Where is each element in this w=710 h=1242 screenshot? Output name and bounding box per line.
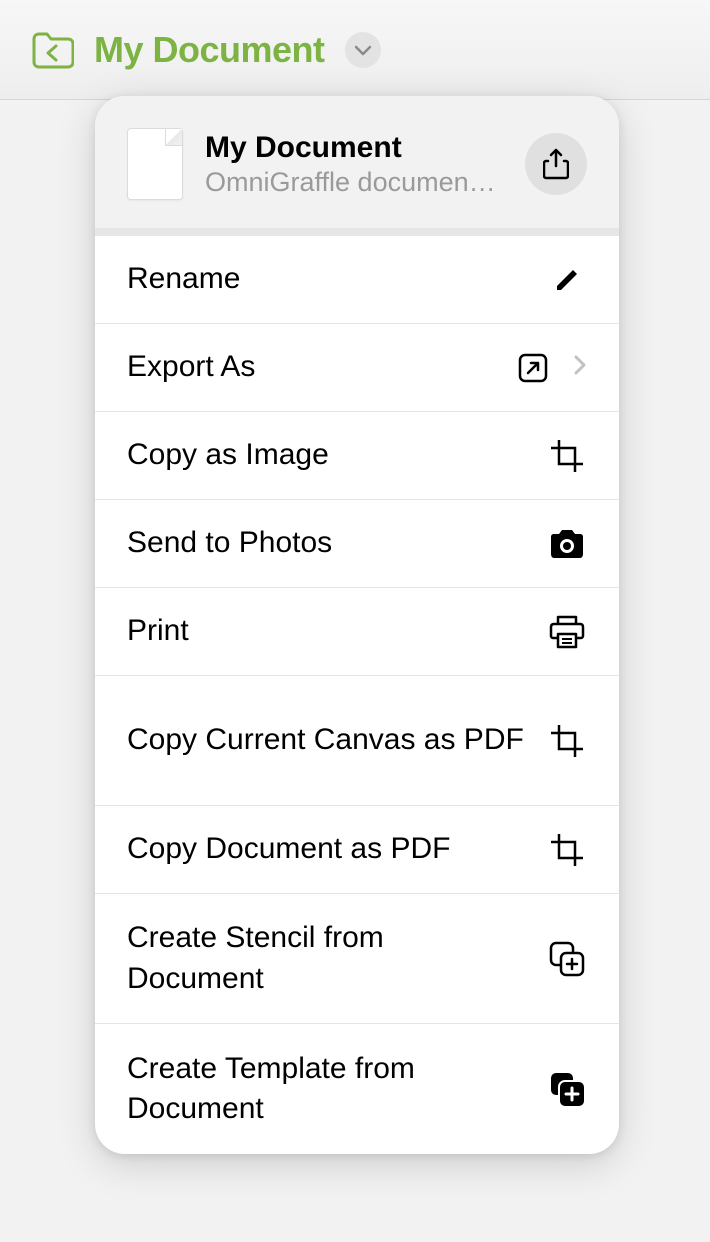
menu-item-copy-canvas-pdf[interactable]: Copy Current Canvas as PDF — [95, 676, 619, 806]
crop-icon — [547, 833, 587, 867]
menu-label: Create Template from Document — [127, 1031, 547, 1148]
menu-label: Send to Photos — [127, 505, 547, 582]
menu-item-copy-doc-pdf[interactable]: Copy Document as PDF — [95, 806, 619, 894]
menu-item-export-as[interactable]: Export As — [95, 324, 619, 412]
menu-item-create-template[interactable]: Create Template from Document — [95, 1024, 619, 1154]
document-actions-popover: My Document OmniGraffle document… Rename… — [95, 96, 619, 1154]
menu-label: Copy Current Canvas as PDF — [127, 702, 547, 779]
menu-item-copy-as-image[interactable]: Copy as Image — [95, 412, 619, 500]
menu-item-print[interactable]: Print — [95, 588, 619, 676]
share-icon — [543, 148, 569, 180]
crop-icon — [547, 724, 587, 758]
menu-label: Create Stencil from Document — [127, 900, 547, 1017]
duplicate-plus-filled-icon — [547, 1070, 587, 1108]
menu-item-send-to-photos[interactable]: Send to Photos — [95, 500, 619, 588]
document-thumbnail-icon — [127, 128, 183, 200]
popover-header: My Document OmniGraffle document… — [95, 96, 619, 236]
document-info: My Document OmniGraffle document… — [205, 130, 503, 198]
title-dropdown-button[interactable] — [345, 32, 381, 68]
menu-item-rename[interactable]: Rename — [95, 236, 619, 324]
export-icon — [513, 352, 553, 384]
popover-doc-title: My Document — [205, 130, 503, 166]
chevron-down-icon — [354, 44, 372, 56]
menu-item-create-stencil[interactable]: Create Stencil from Document — [95, 894, 619, 1024]
document-title[interactable]: My Document — [94, 29, 325, 71]
pencil-icon — [547, 266, 587, 294]
camera-icon — [547, 528, 587, 560]
menu-label: Rename — [127, 241, 547, 318]
menu-label: Copy Document as PDF — [127, 811, 547, 888]
share-button[interactable] — [525, 133, 587, 195]
chevron-right-icon — [573, 353, 587, 382]
menu-label: Copy as Image — [127, 417, 547, 494]
back-folder-icon[interactable] — [30, 31, 74, 69]
document-toolbar: My Document — [0, 0, 710, 100]
printer-icon — [547, 614, 587, 650]
menu-list: Rename Export As Copy as I — [95, 236, 619, 1154]
duplicate-plus-outline-icon — [547, 940, 587, 978]
menu-label: Export As — [127, 329, 513, 406]
crop-icon — [547, 439, 587, 473]
menu-label: Print — [127, 593, 547, 670]
popover-doc-subtitle: OmniGraffle document… — [205, 166, 503, 198]
